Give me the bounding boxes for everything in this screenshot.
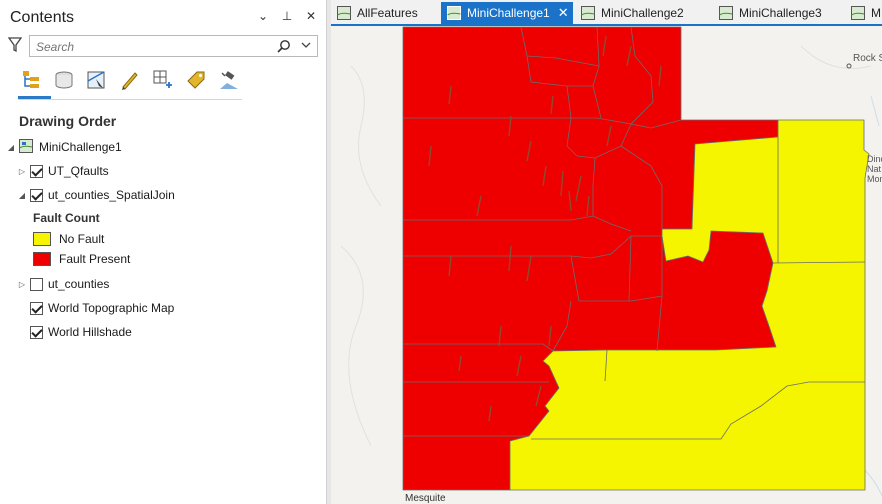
expand-chevron-icon[interactable]: ▷ bbox=[17, 167, 27, 176]
map-node-label: MiniChallenge1 bbox=[39, 140, 122, 154]
layer-row-ut-counties-spatialjoin[interactable]: ◢ ut_counties_SpatialJoin bbox=[17, 185, 175, 205]
search-box[interactable] bbox=[29, 35, 318, 57]
legend-label: Fault Present bbox=[59, 252, 131, 266]
layer-visibility-checkbox[interactable] bbox=[30, 325, 43, 339]
tab-minichallenge1[interactable]: MiniChallenge1 ✕ bbox=[441, 2, 573, 24]
legend-item-no-fault[interactable]: No Fault bbox=[33, 229, 104, 249]
tab-label: M bbox=[871, 6, 881, 20]
map-canvas[interactable]: Rock S Dino Nat Mon Mesquite bbox=[331, 26, 882, 504]
contents-toolbar bbox=[18, 67, 242, 93]
map-node[interactable]: ◢ MiniChallenge1 bbox=[6, 137, 122, 157]
legend-swatch[interactable] bbox=[33, 232, 51, 246]
legend-swatch[interactable] bbox=[33, 252, 51, 266]
contents-title: Contents bbox=[10, 9, 75, 26]
tab-label: MiniChallenge3 bbox=[739, 6, 822, 20]
place-label-nat: Nat bbox=[867, 164, 882, 174]
layer-label: ut_counties bbox=[48, 277, 110, 291]
tab-allfeatures[interactable]: AllFeatures bbox=[331, 2, 439, 24]
legend-label: No Fault bbox=[59, 232, 105, 246]
map-tab-icon bbox=[719, 6, 733, 20]
layer-visibility-checkbox[interactable] bbox=[30, 277, 43, 291]
tab-label: MiniChallenge2 bbox=[601, 6, 684, 20]
layer-label: World Topographic Map bbox=[48, 301, 175, 315]
place-label-mon: Mon bbox=[867, 174, 882, 184]
legend-item-fault-present[interactable]: Fault Present bbox=[33, 249, 130, 269]
filter-icon[interactable] bbox=[7, 37, 23, 56]
search-input[interactable] bbox=[34, 38, 268, 56]
tab-label: AllFeatures bbox=[357, 6, 418, 20]
snapping-icon[interactable] bbox=[150, 67, 176, 93]
tab-label: MiniChallenge1 bbox=[467, 6, 550, 20]
tab-minichallenge2[interactable]: MiniChallenge2 bbox=[575, 2, 703, 24]
labeling-icon[interactable] bbox=[183, 67, 209, 93]
close-tab-icon[interactable]: ✕ bbox=[558, 5, 569, 21]
layer-label: UT_Qfaults bbox=[48, 164, 109, 178]
layer-row-ut-qfaults[interactable]: ▷ UT_Qfaults bbox=[17, 161, 109, 181]
pane-controls: ⌄ ⊥ ✕ bbox=[256, 9, 318, 23]
layer-label: ut_counties_SpatialJoin bbox=[48, 188, 175, 202]
tab-minichallenge3[interactable]: MiniChallenge3 bbox=[713, 2, 843, 24]
layer-visibility-checkbox[interactable] bbox=[30, 301, 43, 315]
selection-icon[interactable] bbox=[84, 67, 110, 93]
pane-options-icon[interactable]: ⌄ bbox=[256, 9, 270, 23]
tab-overflow[interactable]: M bbox=[845, 2, 882, 24]
editing-icon[interactable] bbox=[117, 67, 143, 93]
legend-heading: Fault Count bbox=[33, 211, 100, 225]
map-tab-icon bbox=[337, 6, 351, 20]
pin-icon[interactable]: ⊥ bbox=[280, 9, 294, 23]
place-marker bbox=[846, 63, 852, 69]
map-tab-icon bbox=[447, 6, 461, 20]
drawing-order-icon[interactable] bbox=[18, 67, 44, 93]
map-view[interactable]: Rock S Dino Nat Mon Mesquite bbox=[331, 26, 882, 504]
layer-row-ut-counties[interactable]: ▷ ut_counties bbox=[17, 274, 109, 294]
drawing-order-heading: Drawing Order bbox=[19, 113, 117, 129]
layer-label: World Hillshade bbox=[48, 325, 132, 339]
place-label-rock-springs: Rock S bbox=[853, 53, 882, 64]
toolbar-divider bbox=[18, 99, 242, 100]
search-options-chevron-icon[interactable] bbox=[301, 38, 311, 55]
data-source-icon[interactable] bbox=[51, 67, 77, 93]
map-tab-strip: AllFeatures MiniChallenge1 ✕ MiniChallen… bbox=[331, 0, 882, 26]
place-label-dinosaur: Dino bbox=[867, 154, 882, 164]
search-icon[interactable] bbox=[277, 39, 291, 56]
perspective-imagery-icon[interactable] bbox=[216, 67, 242, 93]
layer-row-world-hillshade[interactable]: World Hillshade bbox=[27, 322, 132, 342]
collapse-chevron-icon[interactable]: ◢ bbox=[6, 143, 16, 152]
map-icon bbox=[19, 138, 33, 156]
map-tab-icon bbox=[851, 6, 865, 20]
layer-visibility-checkbox[interactable] bbox=[30, 164, 43, 178]
place-label-mesquite: Mesquite bbox=[405, 493, 446, 504]
contents-pane: Contents ⌄ ⊥ ✕ Search Drawing Order ◢ Mi… bbox=[0, 0, 326, 504]
layer-row-world-topographic-map[interactable]: World Topographic Map bbox=[27, 298, 174, 318]
map-tab-icon bbox=[581, 6, 595, 20]
county-polygons bbox=[402, 26, 870, 491]
close-icon[interactable]: ✕ bbox=[304, 9, 318, 23]
layer-visibility-checkbox[interactable] bbox=[30, 188, 43, 202]
collapse-chevron-icon[interactable]: ◢ bbox=[17, 191, 27, 200]
expand-chevron-icon[interactable]: ▷ bbox=[17, 280, 27, 289]
